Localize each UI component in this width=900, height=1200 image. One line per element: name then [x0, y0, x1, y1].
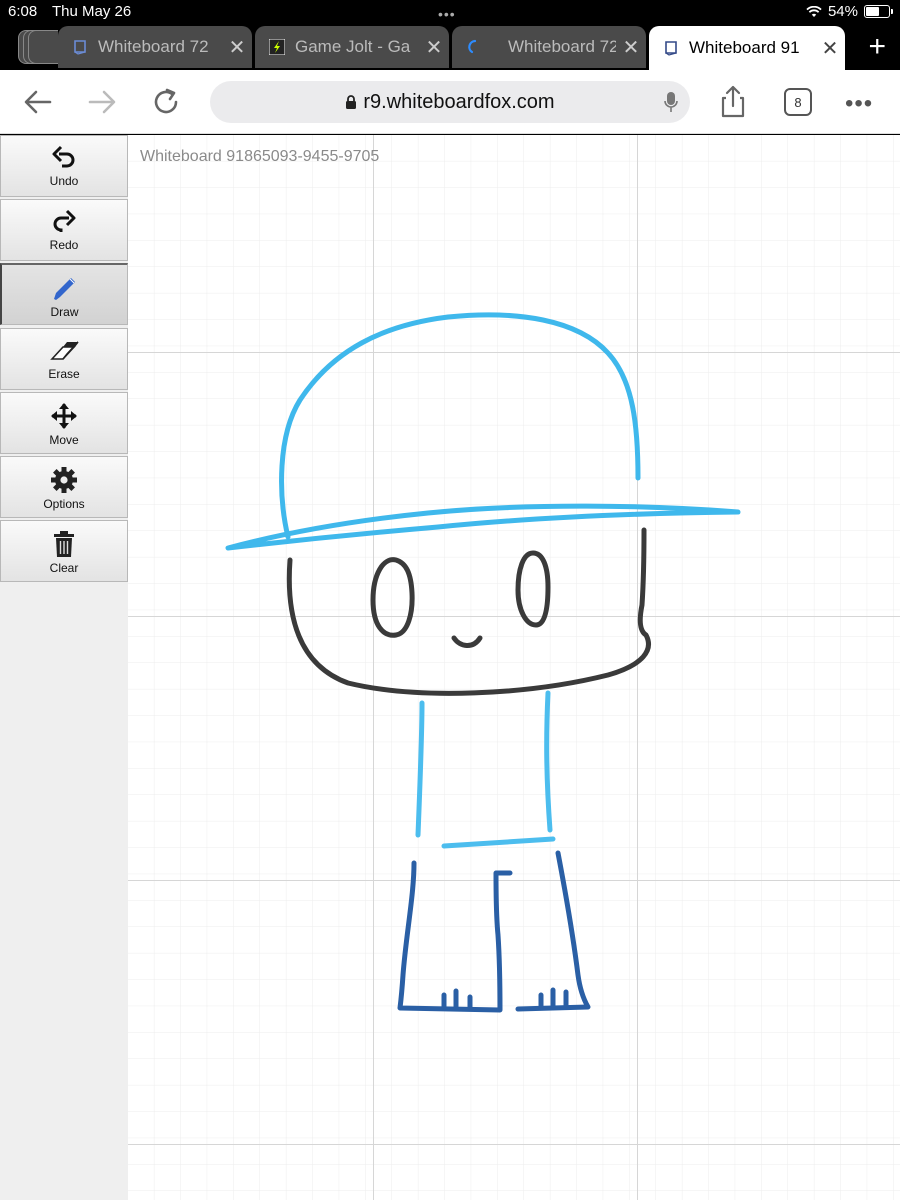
- tab-count-button[interactable]: 8: [784, 88, 812, 116]
- url-text: r9.whiteboardfox.com: [363, 90, 555, 113]
- tool-label: Draw: [50, 305, 79, 319]
- forward-arrow-icon[interactable]: [84, 84, 120, 120]
- battery-icon: [864, 5, 893, 18]
- address-field[interactable]: r9.whiteboardfox.com: [210, 81, 690, 123]
- wifi-icon: [806, 5, 822, 17]
- redo-icon: [53, 209, 76, 232]
- status-time: 6:08: [8, 3, 38, 20]
- status-date: Thu May 26: [52, 3, 132, 20]
- tab-title: Whiteboard 72: [508, 37, 616, 56]
- pencil-icon: [53, 278, 75, 300]
- browser-tab-1[interactable]: Whiteboard 72 ✕: [58, 26, 252, 68]
- tab-title: Game Jolt - Ga: [295, 37, 411, 56]
- game-jolt-icon: [269, 39, 285, 55]
- new-tab-button[interactable]: +: [868, 30, 886, 64]
- reload-icon[interactable]: [148, 84, 184, 120]
- move-icon: [51, 403, 77, 429]
- navigation-bar: r9.whiteboardfox.com 8 •••: [0, 70, 900, 134]
- share-icon[interactable]: [715, 84, 751, 120]
- microphone-icon[interactable]: [664, 91, 678, 113]
- whiteboard-fox-icon: [665, 41, 677, 56]
- trash-icon: [54, 531, 74, 557]
- move-button[interactable]: Move: [0, 392, 128, 454]
- erase-button[interactable]: Erase: [0, 328, 128, 390]
- tab-close-icon[interactable]: ✕: [222, 35, 252, 60]
- browser-tab-active[interactable]: Whiteboard 91 ✕: [649, 26, 845, 70]
- lock-icon: [346, 95, 357, 109]
- whiteboard-canvas[interactable]: Whiteboard 91865093-9455-9705: [128, 135, 900, 1200]
- eraser-icon: [50, 341, 79, 360]
- loading-spinner-icon: [468, 39, 477, 54]
- status-bar: 6:08 Thu May 26 ••• 54%: [0, 0, 900, 24]
- multitasking-dots-icon[interactable]: •••: [438, 6, 456, 22]
- tab-close-icon[interactable]: ✕: [419, 35, 449, 60]
- options-button[interactable]: Options: [0, 456, 128, 518]
- tab-title: Whiteboard 91: [689, 38, 800, 57]
- undo-button[interactable]: Undo: [0, 135, 128, 197]
- tool-label: Options: [43, 497, 85, 511]
- clear-button[interactable]: Clear: [0, 520, 128, 582]
- tool-label: Undo: [49, 174, 79, 188]
- whiteboard-fox-icon: [74, 40, 86, 55]
- redo-button[interactable]: Redo: [0, 199, 128, 261]
- tool-label: Clear: [49, 561, 79, 575]
- tool-label: Erase: [48, 367, 80, 381]
- undo-icon: [52, 145, 75, 168]
- back-arrow-icon[interactable]: [20, 84, 56, 120]
- browser-tab-3[interactable]: Whiteboard 72 ✕: [452, 26, 646, 68]
- tool-sidebar: Undo Redo Draw Erase Move Options Clear: [0, 135, 128, 1200]
- tab-close-icon[interactable]: ✕: [815, 36, 845, 61]
- browser-tab-bar: Whiteboard 72 ✕ Game Jolt - Ga ✕ Whitebo…: [0, 24, 900, 70]
- tab-title: Whiteboard 72: [98, 37, 209, 56]
- web-page: Undo Redo Draw Erase Move Options Clear …: [0, 135, 900, 1200]
- tab-stack-icon[interactable]: [18, 30, 58, 64]
- more-options-icon[interactable]: •••: [845, 90, 873, 118]
- battery-percent: 54%: [827, 3, 858, 20]
- gear-icon: [51, 467, 77, 493]
- drawing-surface[interactable]: [128, 135, 900, 1200]
- tool-label: Move: [49, 433, 79, 447]
- tool-label: Redo: [49, 238, 79, 252]
- whiteboard-title: Whiteboard 91865093-9455-9705: [140, 148, 380, 165]
- tab-close-icon[interactable]: ✕: [616, 35, 646, 60]
- browser-tab-2[interactable]: Game Jolt - Ga ✕: [255, 26, 449, 68]
- draw-button[interactable]: Draw: [0, 263, 128, 325]
